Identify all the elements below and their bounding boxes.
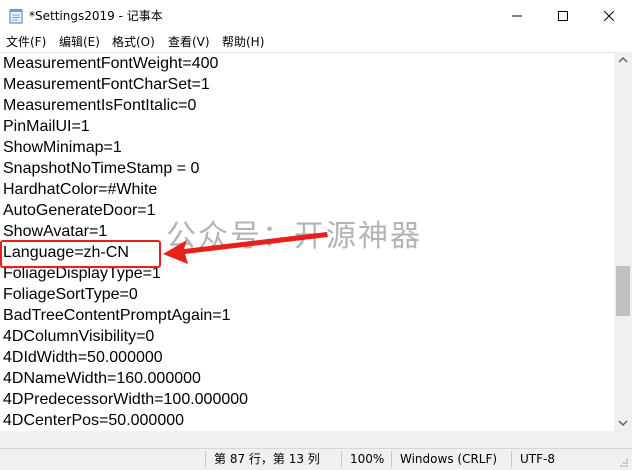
status-bar: 第 87 行，第 13 列 100% Windows (CRLF) UTF-8 [0,448,632,470]
watermark-text: 公众号：开源神器 [166,219,422,254]
minimize-icon [512,15,522,17]
status-separator [511,451,512,468]
status-separator [341,451,342,468]
chevron-down-icon [618,420,628,427]
text-line: HardhatColor=#White [3,181,158,198]
menu-file[interactable]: 文件(F) [6,34,46,50]
chevron-up-icon [618,56,628,63]
scroll-down-button[interactable] [614,414,632,431]
status-encoding: UTF-8 [520,452,555,466]
menu-help[interactable]: 帮助(H) [222,34,264,50]
status-zoom: 100% [350,452,385,466]
vertical-scrollbar[interactable] [614,52,632,431]
status-line-ending: Windows (CRLF) [400,452,498,466]
text-line: MeasurementFontWeight=400 [3,55,219,72]
text-line: BadTreeContentPromptAgain=1 [3,307,231,324]
menu-bar: 文件(F) 编辑(E) 格式(O) 查看(V) 帮助(H) [0,32,632,52]
text-line: 4DColumnVisibility=0 [3,328,155,345]
close-button[interactable] [586,0,632,32]
menu-view[interactable]: 查看(V) [168,34,210,50]
menu-format[interactable]: 格式(O) [112,34,155,50]
text-line: MeasurementIsFontItalic=0 [3,97,197,114]
status-separator [391,451,392,468]
window-title: *Settings2019 - 记事本 [29,9,163,23]
text-line: ShowMinimap=1 [3,139,122,156]
text-line: SnapshotNoTimeStamp = 0 [3,160,200,177]
status-separator [205,451,206,468]
maximize-button[interactable] [540,0,586,32]
title-bar[interactable]: *Settings2019 - 记事本 [0,0,632,32]
status-cursor-position: 第 87 行，第 13 列 [214,452,320,466]
close-icon [604,11,614,21]
resize-grip-icon[interactable] [618,457,629,468]
text-line: MeasurementFontCharSet=1 [3,76,210,93]
highlight-box [0,240,161,268]
text-line: FoliageSortType=0 [3,286,138,303]
text-line: 4DPredecessorWidth=100.000000 [3,391,249,408]
text-line: 4DIdWidth=50.000000 [3,349,163,366]
text-line: ShowAvatar=1 [3,223,108,240]
notepad-icon [9,8,23,24]
scrollbar-corner [614,431,632,448]
minimize-button[interactable] [494,0,540,32]
text-line: AutoGenerateDoor=1 [3,202,156,219]
text-line: 4DCenterPos=50.000000 [3,412,185,429]
maximize-icon [558,11,568,21]
horizontal-scrollbar[interactable] [0,431,614,448]
text-line: 4DNameWidth=160.000000 [3,370,201,387]
text-line: PinMailUI=1 [3,118,90,135]
scrollbar-thumb[interactable] [616,266,630,316]
menu-edit[interactable]: 编辑(E) [59,34,100,50]
scroll-up-button[interactable] [614,52,632,69]
